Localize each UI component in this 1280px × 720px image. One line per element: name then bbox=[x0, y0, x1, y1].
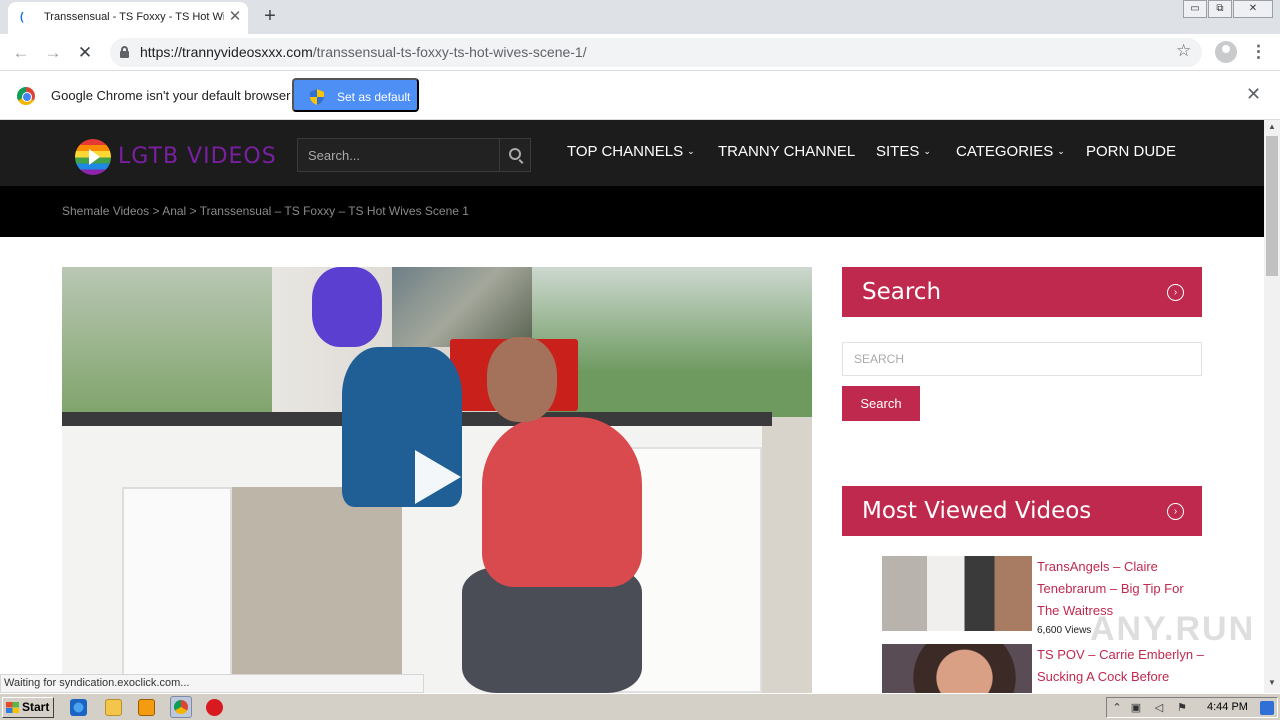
minimize-button[interactable]: ▭ bbox=[1183, 0, 1207, 18]
breadcrumb-link-shemale-videos[interactable]: Shemale Videos bbox=[62, 204, 149, 218]
start-label: Start bbox=[22, 700, 50, 714]
start-button[interactable]: Start bbox=[2, 697, 54, 718]
infobar-close-icon[interactable]: ✕ bbox=[1246, 84, 1261, 105]
security-alert-icon[interactable] bbox=[206, 699, 223, 716]
breadcrumb-current: Transsensual – TS Foxxy – TS Hot Wives S… bbox=[199, 204, 469, 218]
chevron-down-icon: ⌄ bbox=[1057, 146, 1065, 156]
video-frame-part bbox=[62, 267, 272, 417]
breadcrumb-separator: > bbox=[152, 204, 160, 218]
site-logo-icon[interactable] bbox=[75, 139, 111, 175]
nav-tranny-channel[interactable]: TRANNY CHANNEL bbox=[718, 143, 855, 160]
url-text[interactable]: https://trannyvideosxxx.com/transsensual… bbox=[140, 44, 587, 60]
video-thumbnail[interactable] bbox=[882, 644, 1032, 693]
chevron-right-icon: › bbox=[1167, 284, 1184, 301]
new-tab-button[interactable]: + bbox=[258, 4, 282, 28]
breadcrumb-separator: > bbox=[189, 204, 197, 218]
video-frame-part bbox=[232, 487, 402, 693]
video-views: 6,600 Views bbox=[1037, 625, 1092, 636]
tab-title: Transsensual - TS Foxxy - TS Hot Wi bbox=[44, 11, 224, 23]
nav-categories-label: CATEGORIES bbox=[956, 143, 1054, 160]
page-viewport: LGTB VIDEOS TOP CHANNELS⌄ TRANNY CHANNEL… bbox=[0, 120, 1264, 693]
header-search-input[interactable] bbox=[298, 139, 500, 171]
chevron-down-icon: ⌄ bbox=[687, 146, 695, 156]
windows-taskbar: Start ⌃ ▣ ◁ ⚑ 4:44 PM bbox=[0, 693, 1280, 720]
system-tray: ⌃ ▣ ◁ ⚑ 4:44 PM bbox=[1106, 697, 1278, 718]
window-close-button[interactable]: ✕ bbox=[1233, 0, 1273, 18]
search-icon[interactable] bbox=[509, 148, 521, 160]
set-as-default-button[interactable]: Set as default bbox=[292, 78, 419, 112]
maximize-button[interactable]: ⧉ bbox=[1208, 0, 1232, 18]
nav-categories[interactable]: CATEGORIES ⌄ bbox=[956, 143, 1065, 160]
play-icon[interactable] bbox=[415, 450, 461, 504]
windows-logo-icon bbox=[6, 702, 19, 713]
most-viewed-title: Most Viewed Videos bbox=[862, 498, 1092, 524]
lock-icon[interactable] bbox=[120, 46, 129, 58]
status-bubble: Waiting for syndication.exoclick.com... bbox=[0, 674, 424, 693]
bookmark-star-icon[interactable]: ☆ bbox=[1176, 41, 1191, 61]
chevron-right-icon: › bbox=[1167, 503, 1184, 520]
search-widget-title: Search bbox=[862, 279, 942, 305]
url-host: https://trannyvideosxxx.com bbox=[140, 44, 313, 60]
default-browser-infobar: Google Chrome isn't your default browser… bbox=[0, 72, 1280, 120]
chrome-logo-icon bbox=[17, 87, 35, 105]
uac-shield-icon bbox=[310, 89, 324, 105]
nav-sites[interactable]: SITES ⌄ bbox=[876, 143, 931, 160]
tray-expand-icon[interactable]: ⌃ bbox=[1110, 701, 1124, 715]
browser-tab[interactable]: ( Transsensual - TS Foxxy - TS Hot Wi ✕ bbox=[8, 2, 248, 34]
browser-tab-bar: ( Transsensual - TS Foxxy - TS Hot Wi ✕ … bbox=[0, 0, 1280, 34]
search-widget-header: Search › bbox=[842, 267, 1202, 317]
sidebar-search-button[interactable]: Search bbox=[842, 386, 920, 421]
back-button[interactable]: ← bbox=[8, 40, 34, 66]
anyrun-watermark: ANY.RUN bbox=[1090, 610, 1256, 648]
tab-close-icon[interactable]: ✕ bbox=[225, 7, 245, 27]
media-player-icon[interactable] bbox=[138, 699, 155, 716]
video-frame-part bbox=[122, 487, 232, 693]
profile-avatar-icon[interactable] bbox=[1215, 41, 1237, 63]
set-as-default-label: Set as default bbox=[337, 90, 411, 104]
scroll-up-arrow-icon[interactable]: ▲ bbox=[1264, 122, 1280, 134]
volume-icon[interactable]: ◁ bbox=[1152, 701, 1166, 715]
network-icon[interactable]: ▣ bbox=[1129, 701, 1143, 715]
scroll-down-arrow-icon[interactable]: ▼ bbox=[1264, 678, 1280, 690]
internet-explorer-icon[interactable] bbox=[70, 699, 87, 716]
sidebar-search-input[interactable] bbox=[842, 342, 1202, 376]
site-logo-text[interactable]: LGTB VIDEOS bbox=[118, 144, 277, 169]
stop-loading-button[interactable]: ✕ bbox=[72, 40, 98, 66]
nav-tranny-channel-label: TRANNY CHANNEL bbox=[718, 143, 856, 160]
loading-favicon-icon: ( bbox=[20, 11, 24, 23]
scrollbar-thumb[interactable] bbox=[1266, 136, 1278, 276]
video-player[interactable] bbox=[62, 267, 812, 693]
nav-porn-dude[interactable]: PORN DUDE bbox=[1086, 143, 1176, 160]
video-frame-part bbox=[487, 337, 557, 422]
chrome-icon bbox=[174, 700, 188, 714]
most-viewed-header: Most Viewed Videos › bbox=[842, 486, 1202, 536]
url-path: /transsensual-ts-foxxy-ts-hot-wives-scen… bbox=[312, 44, 587, 60]
chrome-menu-icon[interactable]: ⋮ bbox=[1250, 41, 1267, 63]
breadcrumb-bar: Shemale Videos > Anal > Transsensual – T… bbox=[0, 186, 1264, 237]
site-header: LGTB VIDEOS TOP CHANNELS⌄ TRANNY CHANNEL… bbox=[0, 120, 1264, 186]
video-frame-part bbox=[392, 267, 532, 347]
video-title-link[interactable]: TS POV – Carrie Emberlyn – Sucking A Coc… bbox=[1037, 644, 1207, 688]
show-desktop-icon[interactable] bbox=[1260, 701, 1274, 715]
video-thumbnail[interactable] bbox=[882, 556, 1032, 631]
action-center-flag-icon[interactable]: ⚑ bbox=[1175, 701, 1189, 715]
header-search bbox=[297, 138, 531, 172]
breadcrumb: Shemale Videos > Anal > Transsensual – T… bbox=[62, 204, 469, 218]
browser-toolbar: ← → ✕ https://trannyvideosxxx.com/transs… bbox=[0, 34, 1280, 71]
infobar-message: Google Chrome isn't your default browser bbox=[51, 88, 291, 103]
video-frame-part bbox=[482, 417, 642, 587]
address-bar[interactable]: https://trannyvideosxxx.com/transsensual… bbox=[110, 38, 1202, 67]
breadcrumb-link-anal[interactable]: Anal bbox=[162, 204, 186, 218]
nav-sites-label: SITES bbox=[876, 143, 920, 160]
chevron-down-icon: ⌄ bbox=[923, 146, 931, 156]
page-scrollbar[interactable]: ▲ ▼ bbox=[1264, 120, 1280, 693]
nav-top-channels[interactable]: TOP CHANNELS ⌄ bbox=[567, 143, 695, 160]
nav-porn-dude-label: PORN DUDE bbox=[1086, 143, 1177, 160]
nav-top-channels-label: TOP CHANNELS bbox=[567, 143, 684, 160]
file-explorer-icon[interactable] bbox=[105, 699, 122, 716]
forward-button[interactable]: → bbox=[40, 40, 66, 66]
video-frame-part bbox=[312, 267, 382, 347]
taskbar-clock[interactable]: 4:44 PM bbox=[1207, 701, 1248, 713]
